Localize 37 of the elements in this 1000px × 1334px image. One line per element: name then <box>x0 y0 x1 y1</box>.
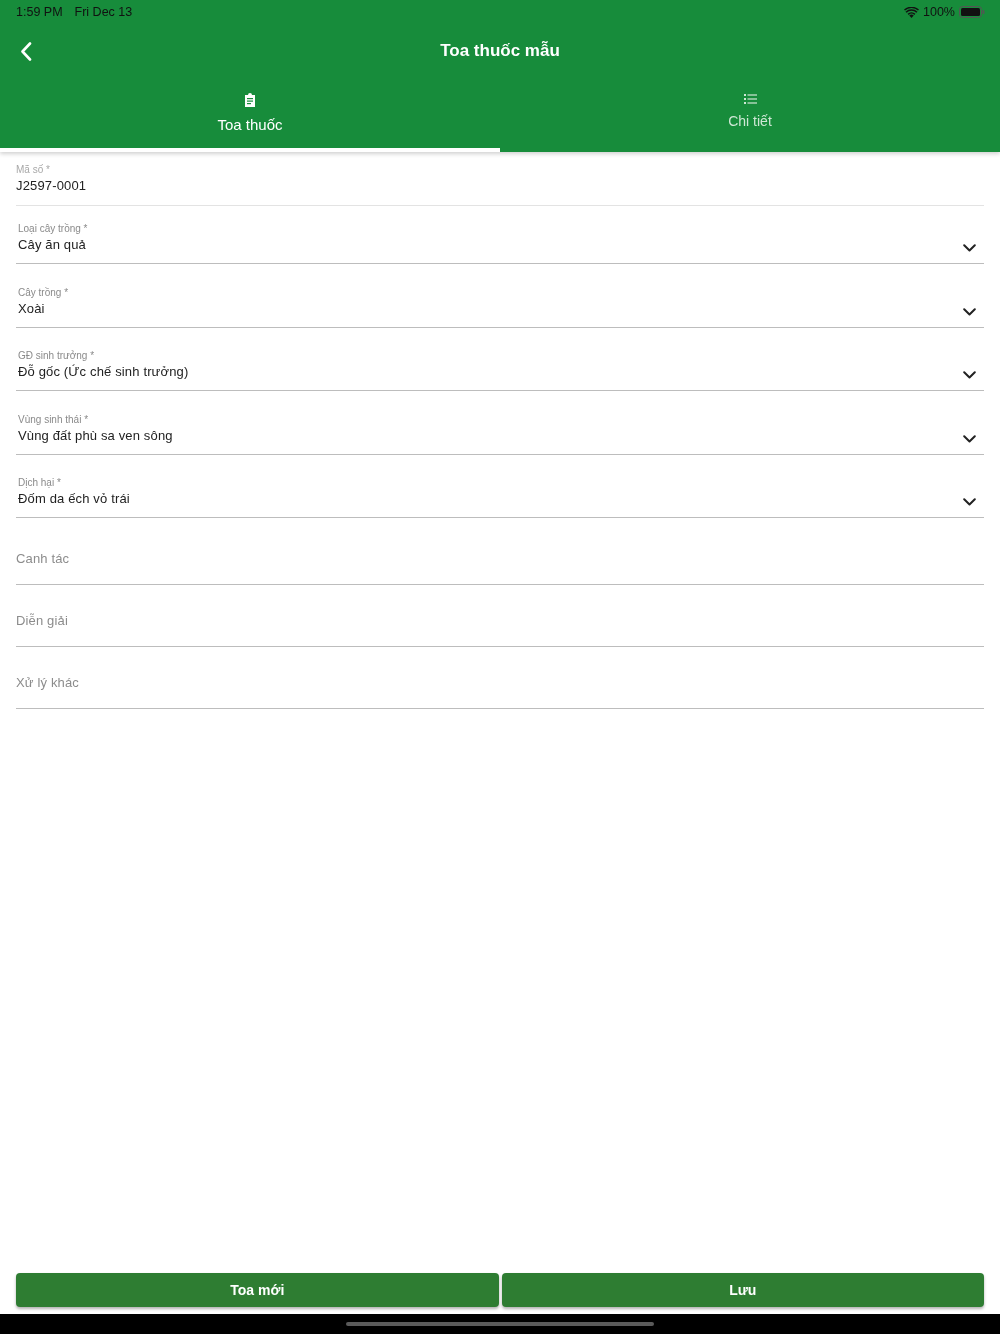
field-label: GĐ sinh trưởng * <box>18 350 95 362</box>
chevron-down-icon <box>963 498 976 506</box>
field-value: Đỗ gốc (Ức chế sinh trưởng) <box>18 363 189 381</box>
input-field[interactable]: Xử lý khác <box>16 647 984 709</box>
new-prescription-button[interactable]: Toa mới <box>16 1273 499 1307</box>
dropdown-field[interactable]: Dịch hại * Đốm da ếch vỏ trái <box>16 454 984 518</box>
chevron-down-icon <box>963 244 976 252</box>
field-label: Vùng sinh thái * <box>18 413 89 426</box>
dropdown-field[interactable]: Vùng sinh thái * Vùng đất phù sa ven sông <box>16 391 984 455</box>
chevron-down-icon <box>963 371 976 379</box>
chevron-down-icon <box>963 434 976 443</box>
screen-title: Toa thuốc mẫu <box>440 41 560 61</box>
dropdown-field[interactable]: Loại cây trồng * Cây ăn quả <box>16 206 984 264</box>
field-value: Cây ăn quả <box>18 236 86 254</box>
dropdown-field[interactable]: GĐ sinh trưởng * Đỗ gốc (Ức chế sinh trưởng) <box>16 327 984 391</box>
input-field[interactable]: Diễn giải <box>16 585 984 647</box>
chevron-down-icon <box>963 307 976 316</box>
field-label: Dịch hại * <box>18 477 61 489</box>
field-label: Mã số * <box>16 164 50 176</box>
field-label: Loại cây trồng * <box>18 223 88 235</box>
status-date: Fri Dec 13 <box>74 5 133 19</box>
list-icon <box>743 93 757 105</box>
status-time: 1:59 PM <box>16 5 63 19</box>
field-value: Xoài <box>18 299 45 318</box>
field-value: Đốm da ếch vỏ trái <box>18 490 130 508</box>
clipboard-icon <box>244 93 256 107</box>
battery-percentage: 100% <box>923 5 955 19</box>
back-icon <box>20 41 32 61</box>
save-button[interactable]: Lưu <box>501 1273 984 1307</box>
field-value: Vùng đất phù sa ven sông <box>18 426 173 445</box>
input-field[interactable]: Canh tác <box>16 523 984 585</box>
field-label: Cây trồng * <box>18 286 69 299</box>
tab[interactable]: Toa thuốc <box>0 78 500 152</box>
wifi-icon <box>904 6 919 18</box>
battery-icon <box>959 6 985 18</box>
field-value: J2597-0001 <box>16 177 87 195</box>
dropdown-field[interactable]: Cây trồng * Xoài <box>16 264 984 328</box>
